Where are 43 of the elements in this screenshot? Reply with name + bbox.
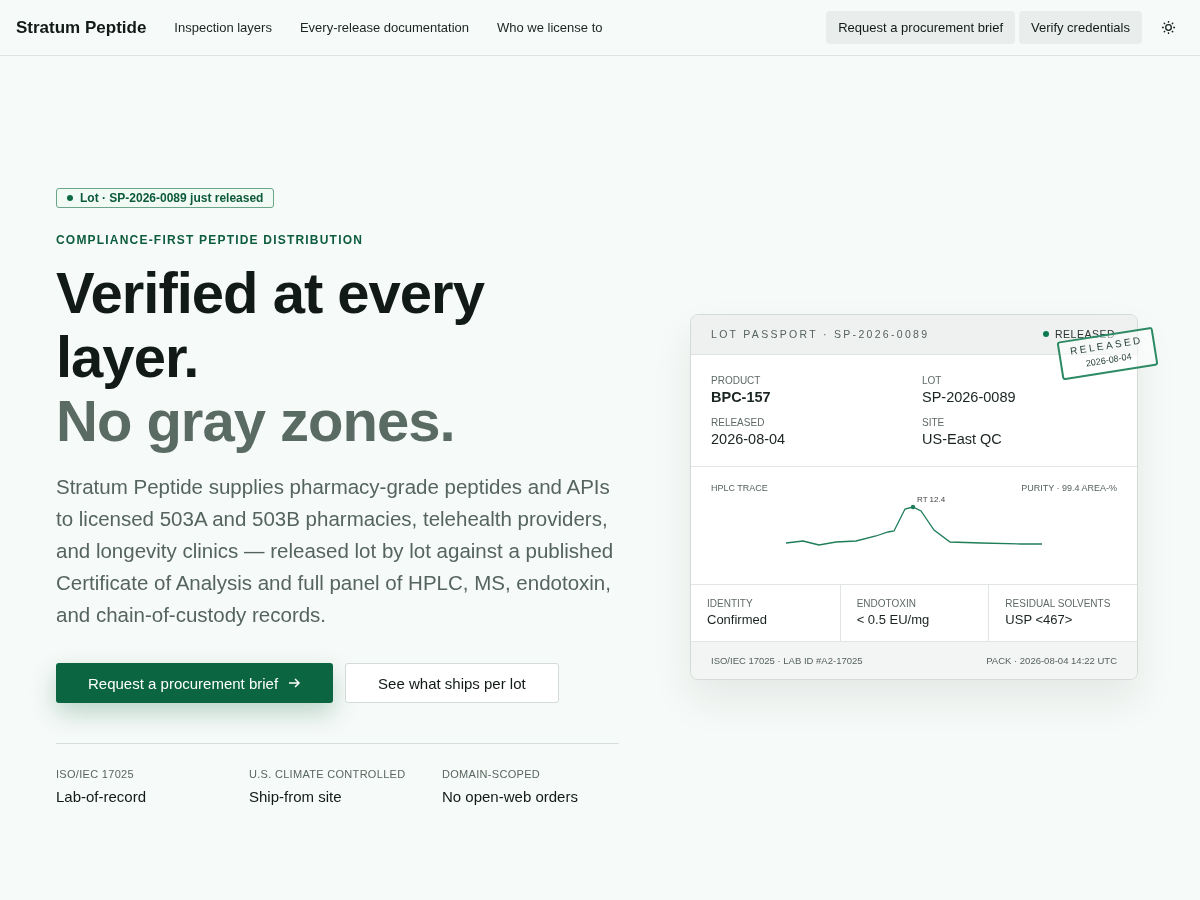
lab-id-text: ISO/IEC 17025 · LAB ID #A2-17025 [711, 654, 863, 666]
test-value: Confirmed [707, 611, 768, 627]
header-button[interactable]: Request a procurement brief [826, 11, 1015, 44]
status-dot [1042, 331, 1049, 337]
purity-reading: PURITY · 99.4 AREA-% [1021, 482, 1117, 493]
nav-link[interactable]: Who we license to [497, 20, 603, 35]
header-button[interactable]: Verify credentials [1019, 11, 1142, 44]
fact-label: U.S. CLIMATE CONTROLLED [249, 768, 407, 780]
field-label: LOT [922, 374, 943, 386]
card-title: LOT PASSPORT · SP-2026-0089 [711, 328, 930, 340]
field-label: PRODUCT [711, 374, 762, 386]
field-value: 2026-08-04 [711, 430, 787, 447]
release-badge: Lot · SP-2026-0089 just released [56, 188, 275, 208]
test-label: IDENTITY [707, 597, 754, 609]
eyebrow-text: COMPLIANCE-FIRST PEPTIDE DISTRIBUTION [56, 233, 364, 247]
peak-label: RT 12.4 [917, 494, 946, 504]
status-label: RELEASED [1042, 328, 1115, 340]
fact-label: ISO/IEC 17025 [56, 768, 135, 780]
arrow-right-icon [288, 677, 302, 689]
brand-logo[interactable]: Stratum Peptide [16, 17, 147, 38]
fact-label: DOMAIN-SCOPED [442, 768, 542, 780]
sun-icon [1160, 20, 1176, 35]
field-label: RELEASED [711, 416, 766, 428]
trace-title: HPLC TRACE [711, 482, 768, 493]
field-label: SITE [922, 416, 946, 428]
field-value: US-East QC [922, 430, 1003, 447]
nav-link[interactable]: Inspection layers [174, 20, 272, 35]
test-label: RESIDUAL SOLVENTS [1005, 597, 1112, 609]
nav-link[interactable]: Every-release documentation [299, 20, 469, 35]
headline: Verified at every layer. No gray zones. [56, 261, 486, 453]
fact-value: Lab-of-record [56, 788, 148, 805]
primary-button[interactable]: Request a procurement brief [56, 663, 334, 703]
test-label: ENDOTOXIN [856, 597, 917, 609]
fact-value: No open-web orders [442, 788, 579, 805]
pack-timestamp: PACK · 2026-08-04 14:22 UTC [986, 654, 1117, 666]
test-value: USP <467> [1005, 611, 1074, 627]
fact-value: Ship-from site [249, 788, 343, 805]
test-value: < 0.5 EU/mg [856, 611, 931, 627]
intro-paragraph: Stratum Peptide supplies pharmacy-grade peptides and APIs to licensed 503A and 503B pharmacies, telehealth providers, and longevity clinics — released lot by lot against a published Certificate of Analysis and full panel of HPLC, MS, endotoxin, and chain-of-custody records. [56, 474, 615, 628]
field-value: SP-2026-0089 [922, 388, 1017, 405]
field-value: BPC-157 [711, 388, 772, 405]
status-dot [67, 195, 73, 201]
secondary-button[interactable]: See what ships per lot [345, 663, 559, 703]
